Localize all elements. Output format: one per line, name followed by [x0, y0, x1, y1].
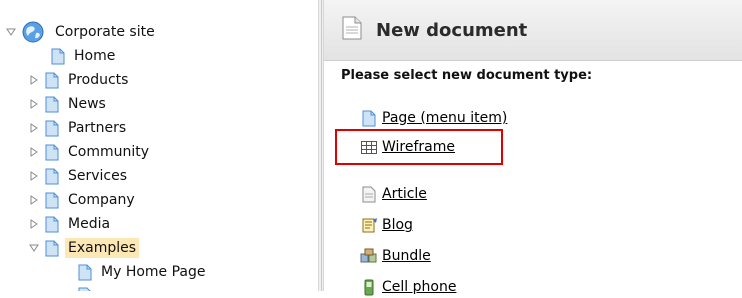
document-icon	[45, 144, 59, 161]
content-tree: Corporate site Home Products News Partne…	[0, 0, 318, 291]
doc-type-page[interactable]: Page (menu item)	[360, 107, 507, 129]
doc-type-link[interactable]: Bundle	[382, 248, 431, 264]
doc-type-link[interactable]: Cell phone	[382, 279, 456, 295]
tree-node-label: Media	[68, 216, 111, 232]
globe-icon	[22, 21, 44, 43]
tree-node-label: Partners	[68, 120, 127, 136]
new-document-icon	[342, 16, 362, 44]
panel-header: New document	[324, 0, 742, 61]
tree-node-corporate-site[interactable]: Corporate site	[6, 21, 158, 43]
doc-type-bundle[interactable]: Bundle	[360, 245, 431, 267]
tree-node-partial[interactable]	[78, 284, 98, 291]
collapsed-arrow-icon[interactable]	[29, 99, 39, 109]
doc-type-link[interactable]: Article	[382, 186, 427, 202]
document-icon	[45, 96, 59, 113]
tree-node-label: Company	[68, 192, 135, 208]
tree-node-media[interactable]: Media	[29, 213, 113, 235]
tree-node-label: Products	[68, 72, 129, 88]
page-title: New document	[376, 19, 528, 41]
article-icon	[360, 185, 378, 203]
collapsed-arrow-icon[interactable]	[29, 123, 39, 133]
tree-node-label: Corporate site	[55, 24, 155, 40]
bundle-icon	[360, 247, 378, 265]
document-icon	[45, 168, 59, 185]
collapsed-arrow-icon[interactable]	[29, 75, 39, 85]
document-icon	[45, 192, 59, 209]
tree-node-label: Community	[68, 144, 150, 160]
blog-icon	[360, 216, 378, 234]
tree-node-my-home-page[interactable]: My Home Page	[78, 261, 209, 283]
collapsed-arrow-icon[interactable]	[29, 219, 39, 229]
document-icon	[51, 48, 65, 65]
tree-node-label: Services	[68, 168, 128, 184]
doc-type-link[interactable]: Page (menu item)	[382, 110, 507, 126]
tree-node-community[interactable]: Community	[29, 141, 152, 163]
tree-node-label: Examples	[65, 238, 140, 258]
tree-node-examples[interactable]: Examples	[29, 237, 140, 259]
document-icon	[45, 72, 59, 89]
highlight-box	[335, 129, 503, 165]
tree-node-label: My Home Page	[101, 264, 206, 280]
doc-type-blog[interactable]: Blog	[360, 214, 413, 236]
tree-node-label: News	[68, 96, 106, 112]
tree-node-label: Home	[74, 48, 116, 64]
tree-node-news[interactable]: News	[29, 93, 109, 115]
select-type-prompt: Please select new document type:	[341, 68, 593, 83]
tree-node-services[interactable]: Services	[29, 165, 130, 187]
doc-type-link[interactable]: Blog	[382, 217, 413, 233]
expanded-arrow-icon[interactable]	[6, 27, 16, 37]
expanded-arrow-icon[interactable]	[29, 243, 39, 253]
cell-phone-icon	[360, 278, 378, 296]
doc-type-article[interactable]: Article	[360, 183, 427, 205]
splitter-grip	[321, 0, 322, 291]
doc-type-cell-phone[interactable]: Cell phone	[360, 276, 456, 298]
document-icon	[45, 120, 59, 137]
tree-node-products[interactable]: Products	[29, 69, 131, 91]
tree-node-company[interactable]: Company	[29, 189, 138, 211]
document-icon	[45, 216, 59, 233]
tree-node-home[interactable]: Home	[51, 45, 118, 67]
page-icon	[360, 109, 378, 127]
document-icon	[78, 287, 92, 291]
collapsed-arrow-icon[interactable]	[29, 171, 39, 181]
collapsed-arrow-icon[interactable]	[29, 195, 39, 205]
document-icon	[78, 264, 92, 281]
collapsed-arrow-icon[interactable]	[29, 147, 39, 157]
tree-node-partners[interactable]: Partners	[29, 117, 129, 139]
document-icon	[45, 240, 59, 257]
